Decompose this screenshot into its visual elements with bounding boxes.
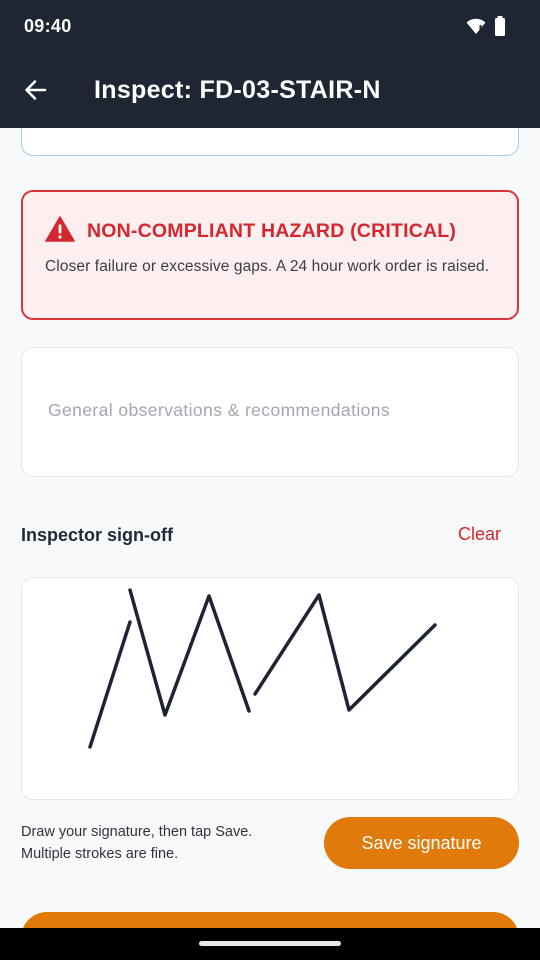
save-signature-button[interactable]: Save signature (324, 817, 519, 869)
hazard-description: Closer failure or excessive gaps. A 24 h… (45, 258, 490, 275)
signoff-label: Inspector sign-off (21, 525, 173, 545)
signature-stroke-3 (253, 593, 437, 712)
app-bar: 09:40 Inspect: FD-03-STAIR-N (0, 0, 540, 128)
signature-drawing (88, 588, 437, 749)
clear-signature-button[interactable]: Clear (458, 524, 501, 545)
battery-icon (494, 16, 506, 41)
hazard-alert: NON-COMPLIANT HAZARD (CRITICAL) Closer f… (21, 190, 519, 320)
signature-hint: Draw your signature, then tap Save. Mult… (21, 821, 252, 865)
observations-input[interactable] (22, 348, 518, 476)
signature-stroke-1 (88, 620, 132, 749)
hazard-header: NON-COMPLIANT HAZARD (CRITICAL) (45, 216, 456, 247)
warning-triangle-icon (45, 216, 75, 247)
signature-pad[interactable] (21, 577, 519, 800)
submit-button-partial[interactable] (21, 912, 519, 928)
hazard-title: NON-COMPLIANT HAZARD (CRITICAL) (87, 220, 457, 242)
inspection-form: NON-COMPLIANT HAZARD (CRITICAL) Closer f… (0, 128, 540, 928)
home-handle[interactable] (199, 941, 341, 946)
signature-hint-line1: Draw your signature, then tap Save. (21, 824, 253, 840)
signature-stroke-2 (128, 588, 251, 717)
status-icons (466, 16, 506, 41)
system-nav-bar (0, 928, 540, 960)
observations-field[interactable] (21, 347, 519, 477)
status-time: 09:40 (24, 16, 72, 36)
page-title: Inspect: FD-03-STAIR-N (94, 76, 381, 104)
signature-hint-line2: Multiple strokes are fine. (21, 846, 179, 862)
arrow-left-icon (23, 77, 49, 108)
previous-field-card[interactable] (21, 128, 519, 156)
wifi-icon (466, 17, 486, 40)
back-button[interactable] (14, 70, 58, 114)
